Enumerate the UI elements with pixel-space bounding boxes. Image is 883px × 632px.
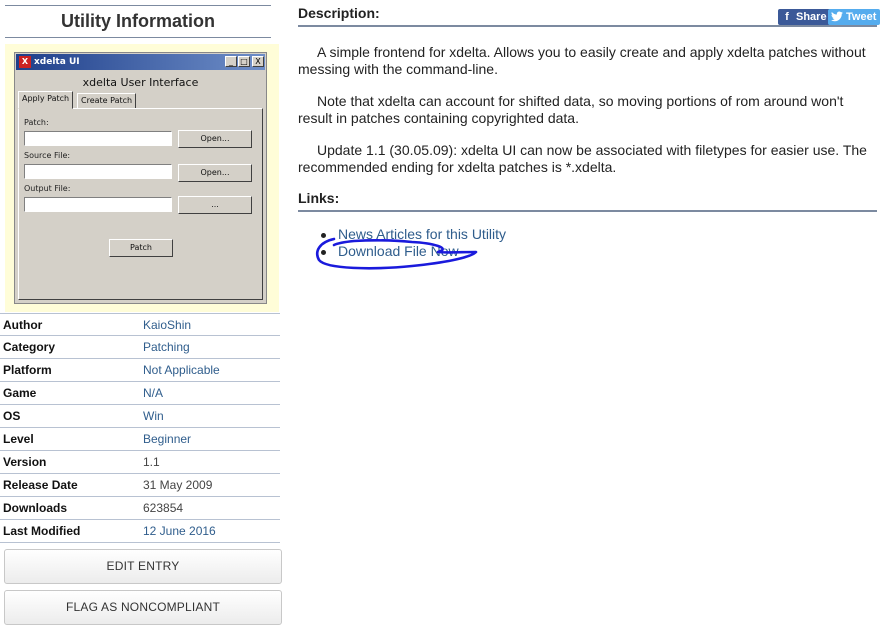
info-key: Release Date [3, 478, 78, 492]
twitter-tweet-button[interactable]: Tweet [828, 9, 881, 25]
screenshot-field [24, 131, 172, 146]
info-key: Downloads [3, 501, 68, 515]
info-row-level: Level Beginner [0, 428, 280, 451]
screenshot-heading: xdelta User Interface [82, 76, 199, 89]
description-heading-text: Description: [298, 5, 380, 21]
info-row-version: Version 1.1 [0, 451, 280, 474]
info-platform-link[interactable]: Not Applicable [143, 359, 220, 381]
screenshot-open-button: Open... [178, 164, 252, 182]
screenshot-browse-button: ... [178, 196, 252, 214]
screenshot-tab-apply: Apply Patch [18, 91, 74, 109]
facebook-share-label: Share [796, 11, 827, 23]
info-key: Game [3, 386, 37, 400]
minimize-icon: _ [225, 56, 237, 67]
screenshot-window: X xdelta UI _ □ X xdelta User Interface … [14, 52, 267, 304]
info-row-game: Game N/A [0, 382, 280, 405]
facebook-share-button[interactable]: f Share [778, 9, 831, 25]
description-paragraph: Update 1.1 (30.05.09): xdelta UI can now… [298, 142, 867, 175]
info-release-date-value: 31 May 2009 [143, 478, 213, 492]
utility-info-table: Author KaioShin Category Patching Platfo… [0, 313, 280, 543]
close-icon: X [252, 56, 264, 67]
sidebar: Utility Information X xdelta UI _ □ X xd… [0, 0, 283, 632]
info-version-value: 1.1 [143, 455, 160, 469]
screenshot-open-button: Open... [178, 130, 252, 148]
info-row-last-modified: Last Modified 12 June 2016 [0, 520, 280, 543]
info-downloads-value: 623854 [143, 501, 184, 515]
flag-noncompliant-button[interactable]: FLAG AS NONCOMPLIANT [4, 590, 282, 625]
twitter-icon [831, 11, 843, 23]
utility-screenshot[interactable]: X xdelta UI _ □ X xdelta User Interface … [5, 44, 279, 312]
screenshot-tab-create: Create Patch [77, 93, 137, 109]
info-key: Author [3, 318, 43, 332]
info-os-link[interactable]: Win [143, 405, 164, 427]
screenshot-label: Output File: [24, 184, 71, 193]
info-key: OS [3, 409, 21, 423]
hand-drawn-circle-annotation [315, 237, 478, 270]
info-row-downloads: Downloads 623854 [0, 497, 280, 520]
info-category-link[interactable]: Patching [143, 336, 190, 358]
info-row-platform: Platform Not Applicable [0, 359, 280, 382]
info-key: Platform [3, 363, 52, 377]
links-heading: Links: [298, 190, 877, 212]
edit-entry-button[interactable]: EDIT ENTRY [4, 549, 282, 584]
screenshot-label: Source File: [24, 151, 71, 160]
info-row-category: Category Patching [0, 336, 280, 359]
info-key: Category [3, 340, 56, 354]
utility-info-title: Utility Information [5, 5, 271, 38]
info-key: Version [3, 455, 47, 469]
description-paragraph: A simple frontend for xdelta. Allows you… [298, 44, 866, 77]
info-author-link[interactable]: KaioShin [143, 314, 191, 336]
info-row-author: Author KaioShin [0, 313, 280, 336]
main-content: Description: f Share Tweet A simple fron… [298, 0, 881, 632]
screenshot-field [24, 164, 172, 179]
info-row-release-date: Release Date 31 May 2009 [0, 474, 280, 497]
screenshot-window-title: xdelta UI [34, 57, 80, 67]
screenshot-field [24, 197, 172, 212]
facebook-icon: f [785, 11, 789, 23]
info-last-modified-link[interactable]: 12 June 2016 [143, 520, 216, 542]
app-icon: X [19, 56, 31, 68]
screenshot-titlebar: X xdelta UI _ □ X [16, 54, 265, 70]
links-heading-text: Links: [298, 190, 340, 206]
info-key: Level [3, 432, 34, 446]
screenshot-panel: Patch: Open... Source File: Open... Outp… [18, 108, 263, 300]
twitter-tweet-label: Tweet [846, 11, 877, 23]
info-level-link[interactable]: Beginner [143, 428, 191, 450]
info-game-link[interactable]: N/A [143, 382, 163, 404]
description-paragraph: Note that xdelta can account for shifted… [298, 93, 844, 126]
screenshot-patch-button: Patch [109, 239, 173, 257]
screenshot-label: Patch: [24, 118, 49, 127]
info-key: Last Modified [3, 524, 81, 538]
maximize-icon: □ [238, 56, 250, 67]
info-row-os: OS Win [0, 405, 280, 428]
